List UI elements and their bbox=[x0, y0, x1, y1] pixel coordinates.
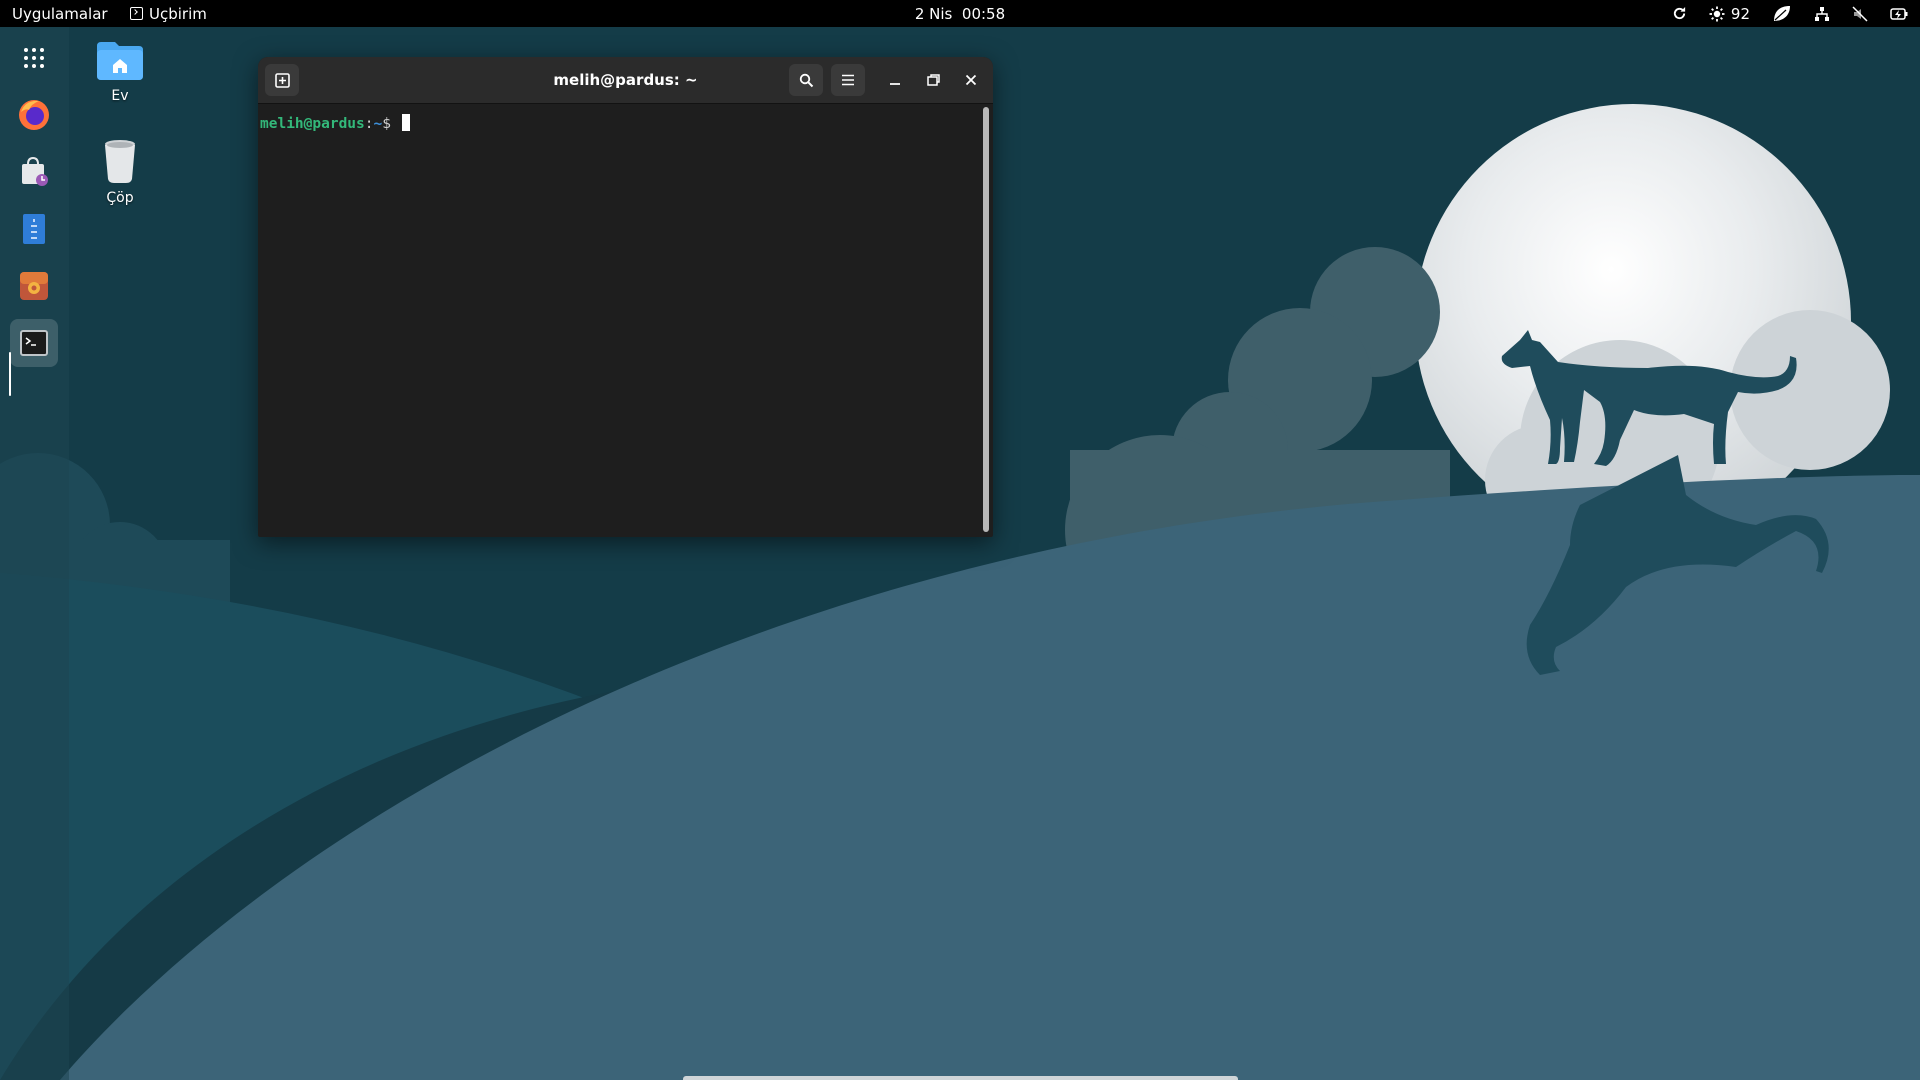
package-icon bbox=[20, 272, 48, 300]
terminal-scrollbar[interactable] bbox=[983, 107, 989, 532]
battery-icon[interactable] bbox=[1890, 7, 1908, 21]
dock-firefox[interactable] bbox=[10, 91, 58, 139]
desktop-icon-label: Çöp bbox=[106, 190, 134, 206]
new-tab-button[interactable] bbox=[265, 64, 299, 96]
terminal-header-bar[interactable]: melih@pardus: ~ bbox=[258, 57, 993, 104]
active-app-menu[interactable]: Uçbirim bbox=[130, 0, 207, 27]
desktop-icon-home[interactable]: Ev bbox=[80, 38, 160, 104]
close-icon bbox=[965, 74, 977, 86]
prompt-user: melih@pardus bbox=[260, 116, 365, 132]
terminal-small-icon bbox=[130, 7, 143, 20]
leaf-icon[interactable] bbox=[1772, 5, 1792, 23]
dock-text-editor[interactable] bbox=[10, 205, 58, 253]
activities-button[interactable]: Uygulamalar bbox=[12, 0, 108, 27]
maximize-button[interactable] bbox=[916, 64, 950, 96]
terminal-icon bbox=[20, 330, 48, 356]
text-editor-icon bbox=[23, 214, 45, 244]
close-button[interactable] bbox=[954, 64, 988, 96]
firefox-icon bbox=[19, 100, 49, 130]
dock-package-installer[interactable] bbox=[10, 262, 58, 310]
menu-button[interactable] bbox=[831, 64, 865, 96]
active-app-label: Uçbirim bbox=[149, 4, 207, 23]
maximize-icon bbox=[926, 74, 940, 86]
refresh-icon[interactable] bbox=[1672, 6, 1687, 21]
trash-icon bbox=[105, 140, 135, 183]
minimize-icon bbox=[890, 83, 900, 85]
brightness-indicator[interactable]: 92 bbox=[1709, 5, 1750, 23]
new-tab-icon bbox=[274, 72, 290, 88]
dock bbox=[0, 27, 69, 1080]
top-bar: Uygulamalar Uçbirim 2 Nis 00:58 92 bbox=[0, 0, 1920, 27]
app-grid-icon bbox=[24, 48, 44, 68]
store-icon bbox=[22, 156, 48, 186]
desktop-icon-label: Ev bbox=[111, 88, 129, 104]
clock-button[interactable]: 2 Nis 00:58 bbox=[915, 5, 1005, 23]
clock-area: 2 Nis 00:58 bbox=[0, 0, 1920, 27]
search-button[interactable] bbox=[789, 64, 823, 96]
system-tray: 92 bbox=[1672, 0, 1908, 27]
home-folder-icon bbox=[97, 42, 143, 80]
prompt-path: ~ bbox=[373, 116, 383, 132]
text-cursor bbox=[401, 114, 410, 131]
bottom-window-edge bbox=[683, 1076, 1238, 1080]
dock-software-store[interactable] bbox=[10, 148, 58, 196]
dock-app-grid[interactable] bbox=[10, 34, 58, 82]
terminal-content[interactable]: melih@pardus:~$ bbox=[258, 104, 978, 537]
terminal-window[interactable]: melih@pardus: ~ melih@pardus:~$ bbox=[258, 57, 993, 537]
active-app-indicator bbox=[9, 352, 11, 396]
shell-prompt: melih@pardus:~$ bbox=[260, 114, 410, 132]
minimize-button[interactable] bbox=[878, 64, 912, 96]
brightness-value: 92 bbox=[1730, 4, 1750, 23]
prompt-separator: : bbox=[364, 116, 374, 132]
apps-label: Uygulamalar bbox=[12, 4, 108, 23]
search-icon bbox=[799, 73, 813, 87]
brightness-icon bbox=[1709, 6, 1725, 21]
desktop-icon-trash[interactable]: Çöp bbox=[80, 138, 160, 206]
hamburger-menu-icon bbox=[842, 74, 854, 86]
prompt-symbol: $ bbox=[382, 116, 400, 132]
network-icon[interactable] bbox=[1814, 6, 1830, 22]
sound-muted-icon[interactable] bbox=[1852, 5, 1868, 22]
dock-terminal[interactable] bbox=[10, 319, 58, 367]
